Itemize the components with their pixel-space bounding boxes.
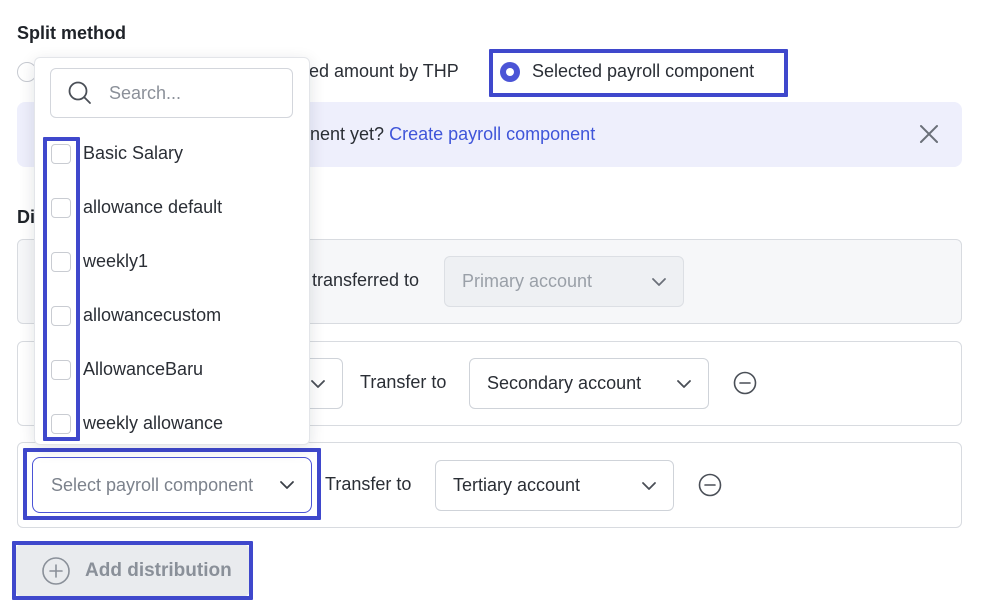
add-distribution-button[interactable]: Add distribution — [16, 545, 249, 596]
transfer-to-label: Transfer to — [325, 474, 412, 494]
add-distribution-label: Add distribution — [85, 559, 232, 581]
remove-row-icon[interactable] — [698, 473, 722, 497]
option-label[interactable]: weekly1 — [83, 251, 148, 272]
secondary-account-select[interactable]: Secondary account — [469, 358, 709, 409]
split-method-title: Split method — [17, 23, 126, 43]
option-checkbox[interactable] — [51, 414, 71, 434]
chevron-down-icon — [311, 379, 325, 388]
option-label[interactable]: AllowanceBaru — [83, 359, 203, 380]
primary-account-value: Primary account — [462, 271, 593, 291]
plus-circle-icon — [42, 556, 70, 585]
option-checkbox[interactable] — [51, 144, 71, 164]
option-label[interactable]: allowancecustom — [83, 305, 221, 326]
distribution-title: Di — [17, 207, 35, 227]
chevron-down-icon — [652, 277, 666, 286]
option-checkbox[interactable] — [51, 306, 71, 326]
radio-selected-payroll-component[interactable] — [500, 62, 520, 82]
payroll-component-select[interactable]: Select payroll component — [32, 457, 312, 513]
option-checkbox[interactable] — [51, 360, 71, 380]
search-placeholder: Search... — [109, 82, 182, 103]
remove-row-icon[interactable] — [733, 371, 757, 395]
option-checkbox[interactable] — [51, 252, 71, 272]
search-icon — [68, 81, 91, 104]
chevron-down-icon — [642, 481, 656, 490]
search-input[interactable]: Search... — [50, 68, 293, 118]
chevron-down-icon — [677, 379, 691, 388]
primary-account-select: Primary account — [444, 256, 684, 307]
tertiary-account-value: Tertiary account — [453, 475, 581, 495]
secondary-account-value: Secondary account — [487, 373, 642, 393]
radio-label-selected-payroll-component: Selected payroll component — [532, 61, 755, 81]
close-icon[interactable] — [918, 123, 940, 145]
transfer-to-label: Transfer to — [360, 372, 447, 392]
tertiary-account-select[interactable]: Tertiary account — [435, 460, 674, 511]
option-label[interactable]: Basic Salary — [83, 143, 183, 164]
banner-text: nent yet? Create payroll component — [310, 124, 595, 145]
banner-message: nent yet? — [310, 124, 385, 144]
option-label[interactable]: weekly allowance — [83, 413, 223, 434]
option-checkbox[interactable] — [51, 198, 71, 218]
payroll-component-placeholder: Select payroll component — [51, 474, 254, 495]
transferred-to-label: transferred to — [312, 270, 420, 290]
option-label[interactable]: allowance default — [83, 197, 222, 218]
highlight-box-checkboxes — [43, 137, 80, 441]
create-payroll-component-link[interactable]: Create payroll component — [389, 124, 595, 144]
chevron-down-icon — [280, 481, 294, 489]
radio-label-fixed-amount-by-thp: ed amount by THP — [309, 61, 459, 81]
